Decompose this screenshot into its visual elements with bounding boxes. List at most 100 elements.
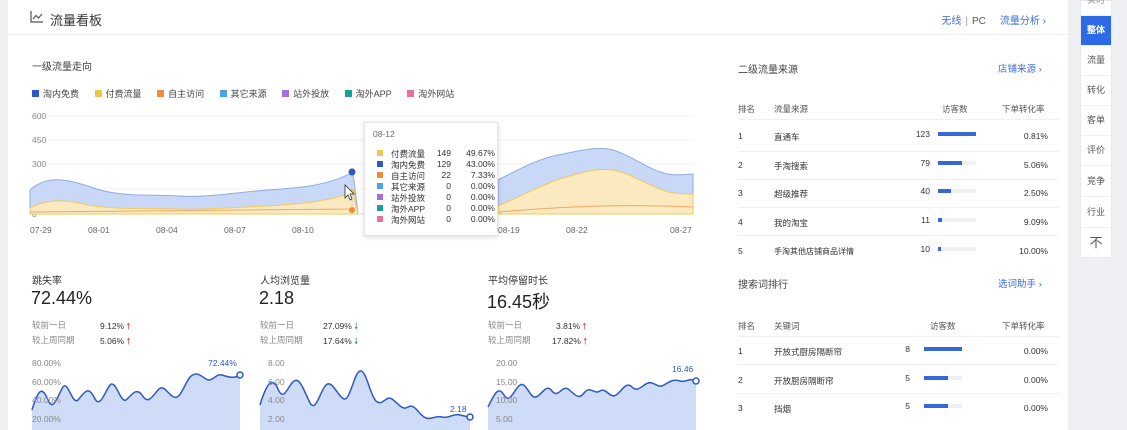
- nav-item-more[interactable]: 不: [1081, 228, 1111, 257]
- x-tick-label: 08-19: [498, 225, 520, 235]
- tooltip-swatch: [377, 150, 383, 156]
- traffic-trend-chart[interactable]: 600 450 300 150 0 07-29 08-01 08-04 08-0…: [8, 106, 708, 240]
- spark-end-label: 2.18: [450, 404, 467, 414]
- visitor-share-bar: [938, 247, 976, 251]
- visitor-share-bar: [938, 218, 942, 222]
- hover-point-self[interactable]: [349, 207, 355, 213]
- shop-sources-link[interactable]: 店铺来源 ›: [998, 61, 1042, 75]
- nav-item-reviews[interactable]: 评价: [1081, 136, 1111, 166]
- spark-tick-label: 15.00: [496, 377, 518, 387]
- compare-value: 17.64% 🠗: [323, 336, 359, 346]
- legend-item[interactable]: 付费流量: [94, 87, 142, 100]
- visitor-share-bar: [938, 189, 951, 193]
- y-tick-label: 300: [32, 159, 46, 169]
- chart-tooltip: 08-12 付费流量 149 49.67% 淘内免费 129 43.00% 自主访问 22…: [364, 122, 498, 236]
- nav-item-conversion[interactable]: 转化: [1081, 76, 1111, 106]
- dashboard-header: 流量看板 无线 | PC 流量分析 ›: [8, 0, 1068, 35]
- spark-tick-label: 8.00: [268, 358, 285, 368]
- nav-item-realtime[interactable]: 实时: [1081, 0, 1111, 16]
- spark-tick-label: 60.00%: [32, 377, 61, 387]
- legend-swatch: [407, 90, 415, 97]
- hover-point-taonei[interactable]: [348, 168, 356, 176]
- page-title: 流量看板: [50, 13, 103, 28]
- nav-item-overall[interactable]: 整体: [1081, 16, 1111, 46]
- arrow-up-icon: 🠕: [126, 321, 131, 331]
- traffic-dashboard-panel: 流量看板 无线 | PC 流量分析 › 一级流量走向 淘内免费 付费流量 自主访问 其…: [8, 0, 1068, 430]
- legend-swatch: [32, 90, 39, 97]
- tooltip-swatch: [377, 194, 383, 200]
- compare-value: 5.06% 🠕: [100, 336, 131, 346]
- traffic-analysis-link[interactable]: 流量分析 ›: [1000, 16, 1046, 27]
- compare-label: 较前一日: [488, 320, 523, 330]
- nav-item-competition[interactable]: 竞争: [1081, 167, 1111, 197]
- legend-item[interactable]: 自主访问: [157, 87, 204, 100]
- tooltip-row: 自主访问 22 7.33%: [377, 170, 495, 181]
- arrow-up-icon: 🠕: [582, 321, 587, 331]
- spark-tick-label: 80.00%: [32, 358, 61, 368]
- legend-swatch: [157, 90, 165, 97]
- sparkline-endpoint[interactable]: [692, 377, 700, 385]
- arrow-up-icon: 🠕: [583, 336, 588, 346]
- compare-label: 较上周同期: [32, 335, 75, 345]
- legend-swatch: [219, 90, 227, 97]
- visitor-share-bar: [938, 247, 941, 251]
- x-tick-label: 07-29: [30, 225, 52, 235]
- avg-dwell-time-label: 平均停留时长: [488, 276, 548, 287]
- spark-tick-label: 6.00: [268, 377, 285, 387]
- legend-item[interactable]: 淘外网站: [407, 87, 454, 100]
- nav-item-avg-order[interactable]: 客单: [1081, 106, 1111, 136]
- col-source: 流量来源: [774, 104, 809, 114]
- col-conversion: 下单转化率: [1002, 104, 1045, 114]
- x-tick-label: 08-10: [292, 225, 314, 235]
- legend-item[interactable]: 淘内免费: [32, 87, 79, 100]
- tooltip-swatch: [377, 161, 383, 167]
- sparkline-endpoint[interactable]: [466, 413, 474, 421]
- tooltip-row: 淘外APP 0 0.00%: [377, 203, 495, 214]
- col-visitors: 访客数: [942, 104, 968, 114]
- nav-item-industry[interactable]: 行业: [1081, 198, 1111, 228]
- keyword-assistant-link[interactable]: 选词助手 ›: [998, 276, 1042, 290]
- visitor-share-bar: [924, 376, 948, 380]
- x-tick-label: 08-27: [670, 225, 692, 235]
- col-conversion: 下单转化率: [1002, 321, 1045, 331]
- tooltip-row: 付费流量 149 49.67%: [377, 148, 495, 159]
- visitor-share-bar: [938, 218, 976, 222]
- line-chart-icon: [30, 11, 43, 23]
- sparkline-endpoint[interactable]: [236, 371, 244, 379]
- legend-swatch: [282, 90, 290, 97]
- visitor-share-bar: [938, 161, 962, 165]
- col-rank: 排名: [738, 104, 756, 114]
- tooltip-swatch: [377, 172, 383, 178]
- avg-pageviews-sparkline[interactable]: 8.00 6.00 4.00 2.00 2.18: [256, 355, 478, 430]
- compare-label: 较前一日: [260, 320, 295, 330]
- bounce-rate-value: 72.44%: [31, 288, 93, 308]
- avg-pageviews-value: 2.18: [259, 288, 295, 308]
- spark-end-label: 72.44%: [208, 358, 237, 368]
- arrow-down-icon: 🠗: [354, 321, 359, 331]
- legend-item[interactable]: 站外投放: [282, 87, 329, 100]
- compare-value: 27.09% 🠗: [323, 321, 359, 331]
- legend-swatch: [344, 90, 352, 97]
- tooltip-date: 08-12: [373, 129, 395, 139]
- link-separator: |: [965, 16, 968, 27]
- spark-end-label: 16.46: [672, 364, 694, 374]
- header-links: 无线 | PC 流量分析 ›: [941, 12, 1046, 27]
- avg-dwell-time-sparkline[interactable]: 20.00 15.00 10.00 5.00 16.46: [484, 355, 706, 430]
- visitor-share-bar: [924, 347, 962, 351]
- pc-link[interactable]: PC: [972, 16, 986, 27]
- tooltip-swatch: [377, 183, 383, 189]
- compare-value: 9.12% 🠕: [100, 321, 131, 331]
- y-tick-label: 600: [32, 111, 46, 121]
- compare-label: 较上周同期: [260, 335, 303, 345]
- nav-item-traffic[interactable]: 流量: [1081, 46, 1111, 76]
- side-navigation: 实时 整体 流量 转化 客单 评价 竞争 行业 不: [1080, 0, 1112, 258]
- x-tick-label: 08-01: [88, 225, 110, 235]
- tooltip-swatch: [377, 216, 383, 222]
- tooltip-row: 其它来源 0 0.00%: [377, 181, 495, 192]
- legend-item[interactable]: 其它来源: [219, 87, 267, 100]
- tooltip-row: 淘内免费 129 43.00%: [377, 159, 495, 170]
- bounce-rate-sparkline[interactable]: 80.00% 60.00% 40.00% 20.00% 72.44%: [28, 355, 250, 430]
- legend-item[interactable]: 淘外APP: [344, 87, 392, 100]
- avg-dwell-time-value: 16.45秒: [487, 292, 551, 312]
- wireless-link[interactable]: 无线: [941, 16, 961, 27]
